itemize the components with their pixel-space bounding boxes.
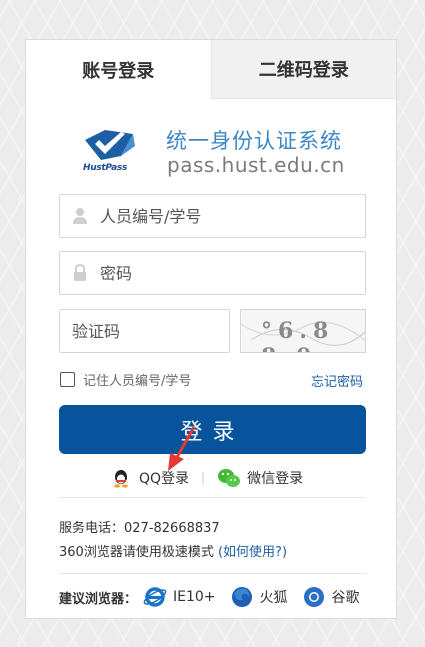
captcha-input[interactable] (72, 321, 222, 341)
username-input[interactable] (100, 206, 340, 226)
wechat-login-label: 微信登录 (247, 471, 304, 487)
social-separator: | (201, 471, 206, 485)
ie-icon (143, 587, 167, 607)
tab-account-login[interactable]: 账号登录 (26, 40, 211, 99)
browser-firefox[interactable]: 火狐 (230, 585, 288, 609)
recommended-browsers: 建议浏览器： IE10+ 火狐 谷歌 (59, 585, 374, 609)
system-domain: pass.hust.edu.cn (167, 153, 345, 177)
service-phone-line: 服务电话：027-82668837 (59, 517, 287, 541)
logo-brand-text: HustPass (83, 163, 128, 173)
username-field[interactable] (59, 194, 366, 238)
social-login: QQ登录 | 微信登录 (111, 467, 303, 489)
divider-bottom (59, 573, 366, 574)
login-tabs: 账号登录 二维码登录 (26, 40, 396, 99)
wechat-login-button[interactable]: 微信登录 (217, 467, 303, 489)
divider-top (59, 497, 366, 498)
browser-ie[interactable]: IE10+ (143, 585, 216, 609)
chrome-icon (303, 587, 324, 607)
remember-me[interactable]: 记住人员编号/学号 (60, 370, 191, 389)
login-button[interactable]: 登录 (59, 405, 366, 454)
howto-link[interactable]: (如何使用?) (218, 545, 287, 560)
captcha-image[interactable]: °6.8 8 0 (240, 309, 366, 353)
firefox-icon (231, 587, 252, 607)
login-card: 账号登录 二维码登录 HustPass 统一身份认证系统 pass.hust.e… (25, 39, 397, 619)
browser-tip-line: 360浏览器请使用极速模式 (如何使用?) (59, 541, 287, 565)
browsers-label: 建议浏览器： (59, 591, 138, 607)
qq-login-label: QQ登录 (139, 471, 190, 487)
captcha-code: °6.8 8 0 (261, 318, 335, 352)
browser-chrome[interactable]: 谷歌 (302, 585, 360, 609)
service-info: 服务电话：027-82668837 360浏览器请使用极速模式 (如何使用?) (59, 517, 287, 565)
qq-icon (114, 470, 128, 488)
lock-icon (60, 264, 100, 282)
captcha-field[interactable] (59, 309, 230, 353)
browser-ie-label: IE10+ (173, 589, 216, 605)
red-arrow-icon (168, 426, 196, 471)
browser-firefox-label: 火狐 (259, 590, 288, 606)
browser-tip: 360浏览器请使用极速模式 (59, 545, 214, 560)
wechat-icon (218, 469, 241, 487)
remember-checkbox[interactable] (60, 372, 75, 387)
remember-label: 记住人员编号/学号 (83, 374, 192, 389)
user-icon (60, 207, 100, 225)
system-title: 统一身份认证系统 (166, 129, 342, 153)
forgot-password-link[interactable]: 忘记密码 (311, 371, 363, 390)
password-field[interactable] (59, 251, 366, 295)
hustpass-logo: HustPass 统一身份认证系统 pass.hust.edu.cn (81, 123, 351, 183)
qq-login-button[interactable]: QQ登录 (111, 468, 189, 488)
browser-chrome-label: 谷歌 (331, 590, 360, 606)
password-input[interactable] (100, 263, 340, 283)
tab-qrcode-login[interactable]: 二维码登录 (210, 40, 396, 99)
service-phone: 027-82668837 (124, 521, 220, 536)
service-phone-label: 服务电话： (59, 521, 125, 536)
